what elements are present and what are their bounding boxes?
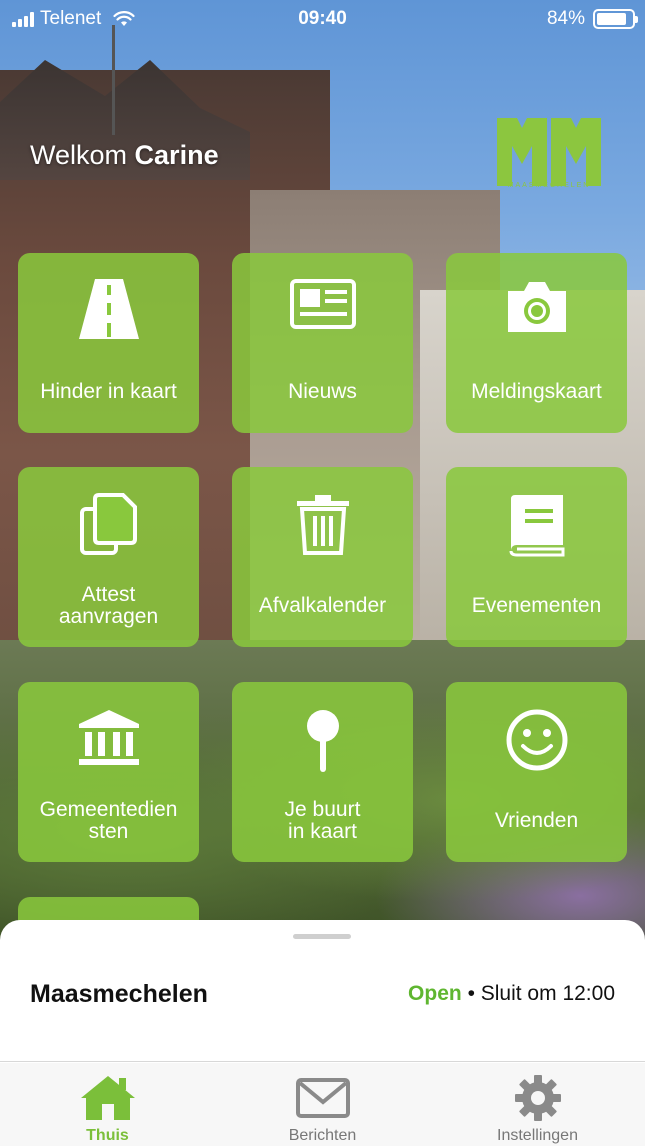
envelope-icon — [295, 1078, 350, 1118]
gear-icon — [514, 1075, 561, 1121]
tab-label: Instellingen — [497, 1127, 578, 1144]
tab-thuis[interactable]: Thuis — [0, 1063, 215, 1146]
home-icon — [80, 1076, 135, 1120]
tile-label: Je buurt in kaart — [284, 798, 361, 843]
tile-label: Nieuws — [288, 380, 357, 403]
status-bar: Telenet 09:40 84% — [0, 0, 645, 38]
battery-percentage: 84% — [546, 8, 585, 29]
tile-afvalkalender[interactable]: Afvalkalender — [232, 467, 413, 647]
battery-icon — [593, 9, 638, 29]
sheet-drag-handle[interactable] — [293, 934, 351, 939]
tile-label: Vrienden — [494, 809, 579, 832]
info-sheet[interactable]: Maasmechelen Open • Sluit om 12:00 — [0, 920, 645, 1062]
tile-vrienden[interactable]: Vrienden — [446, 682, 627, 862]
road-icon — [78, 279, 139, 339]
camera-icon — [507, 282, 566, 332]
tab-label: Thuis — [86, 1127, 129, 1144]
tile-meldingskaart[interactable]: Meldingskaart — [446, 253, 627, 433]
tile-label: Afvalkalender — [258, 594, 387, 617]
tile-label: Gemeentedien sten — [39, 798, 178, 843]
tab-instellingen[interactable]: Instellingen — [430, 1063, 645, 1146]
tile-gemeentediensten[interactable]: Gemeentedien sten — [18, 682, 199, 862]
open-status: Open — [408, 982, 462, 1005]
tile-label: Attest aanvragen — [58, 583, 159, 628]
welcome-message: Welkom Carine — [30, 140, 219, 171]
smiley-icon — [506, 709, 567, 771]
tile-attest-aanvragen[interactable]: Attest aanvragen — [18, 467, 199, 647]
tile-evenementen[interactable]: Evenementen — [446, 467, 627, 647]
townhall-icon — [78, 710, 139, 765]
tile-label: Evenementen — [471, 594, 602, 617]
logo-wordmark: MAASMECHELEN — [507, 182, 591, 189]
welcome-text: Welkom — [30, 140, 128, 170]
tile-label: Meldingskaart — [471, 380, 602, 403]
tab-label: Berichten — [288, 1127, 357, 1144]
book-icon — [509, 495, 564, 557]
tile-label: Hinder in kaart — [40, 380, 177, 403]
battery-status: 84% — [546, 8, 638, 30]
tab-berichten[interactable]: Berichten — [215, 1063, 430, 1146]
place-name: Maasmechelen — [30, 980, 208, 1008]
trash-icon — [296, 495, 349, 555]
tab-bar: Thuis Berichten Instellingen — [0, 1063, 645, 1146]
user-name: Carine — [134, 140, 219, 170]
tile-hinder-in-kaart[interactable]: Hinder in kaart — [18, 253, 199, 433]
closing-time: • Sluit om 12:00 — [467, 982, 615, 1005]
documents-icon — [79, 493, 137, 555]
map-pin-icon — [306, 710, 339, 772]
tile-je-buurt-in-kaart[interactable]: Je buurt in kaart — [232, 682, 413, 862]
newspaper-icon — [289, 279, 356, 329]
opening-hours: Open • Sluit om 12:00 — [408, 982, 615, 1006]
tile-nieuws[interactable]: Nieuws — [232, 253, 413, 433]
